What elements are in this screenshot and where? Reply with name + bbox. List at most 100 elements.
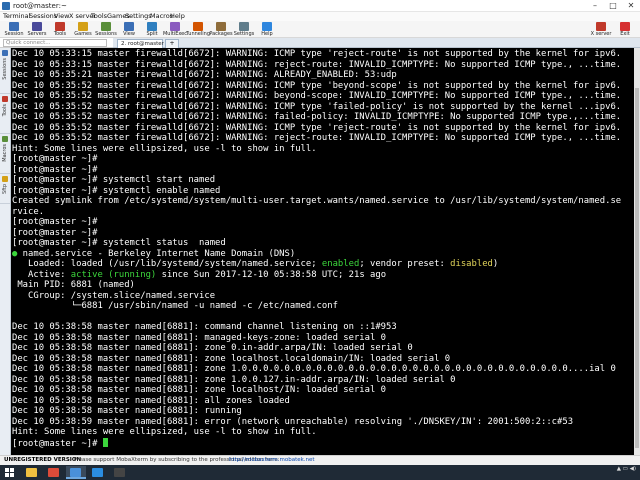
terminal-line: Hint: Some lines were ellipsized, use -l… [12, 427, 317, 437]
session-icon [9, 22, 19, 31]
menu-tools[interactable]: Tools [91, 12, 107, 21]
tunneling-icon [193, 22, 203, 31]
status-loaded-prefix: Loaded: loaded (/usr/lib/systemd/system/… [12, 259, 322, 269]
taskbar-app[interactable] [110, 466, 130, 479]
taskbar-app[interactable] [22, 466, 42, 479]
mobaxterm-app-icon [2, 2, 10, 10]
terminal-line: Dec 10 05:33:15 master firewalld[6672]: … [12, 49, 622, 59]
chrome-icon [48, 468, 59, 477]
tab-bar: 2. root@master✕ + [113, 38, 640, 48]
window-title: root@master:~ [13, 2, 67, 10]
side-tab-label: Sessions [2, 58, 8, 80]
minimize-button[interactable]: – [586, 0, 604, 12]
status-loaded-line: Loaded: loaded (/usr/lib/systemd/system/… [11, 259, 634, 270]
terminal-line: [root@master ~]# systemctl status named [12, 238, 226, 248]
taskbar-app[interactable] [66, 466, 86, 479]
tab-root-master[interactable]: 2. root@master✕ [117, 39, 172, 48]
mobaxterm-link[interactable]: http://mobaxterm.mobatek.net [229, 456, 315, 465]
side-tab-label: Tools [2, 104, 8, 117]
side-tab-sftp[interactable]: Sftp [0, 174, 10, 204]
terminal-prompt: [root@master ~]# [12, 438, 103, 449]
status-loaded-enabled: enabled [321, 259, 360, 269]
terminal-line: Dec 10 05:35:21 master firewalld[6672]: … [12, 70, 397, 80]
terminal-line: Dec 10 05:38:58 master named[6881]: comm… [12, 322, 397, 332]
terminal-line: Dec 10 05:38:58 master named[6881]: runn… [12, 406, 242, 416]
tools-icon [2, 96, 8, 102]
quick-connect-bar: Quick connect... [0, 38, 113, 48]
new-tab-button[interactable]: + [165, 39, 179, 48]
sessions-icon [2, 50, 8, 56]
menu-view[interactable]: View [54, 12, 69, 21]
terminal-line: Dec 10 05:38:58 master named[6881]: zone… [12, 343, 413, 353]
terminal-line: Dec 10 05:38:58 master named[6881]: mana… [12, 332, 387, 343]
sftp-icon [2, 176, 8, 182]
terminal-line: [root@master ~]# systemctl start named [12, 175, 216, 185]
terminal-line: Dec 10 05:35:52 master firewalld[6672]: … [12, 112, 622, 122]
toolbar-button-x-server[interactable]: X server [590, 21, 612, 38]
toolbar-button-help[interactable]: Help [256, 21, 278, 38]
windows-taskbar: ▲ ▭ ◀) [0, 465, 640, 480]
statusbar: UNREGISTERED VERSION - Please support Mo… [0, 455, 640, 465]
toolbar-button-exit[interactable]: Exit [614, 21, 636, 38]
close-button[interactable]: ✕ [622, 0, 640, 12]
terminal-icon [114, 468, 125, 477]
terminal-line: [root@master ~]# [12, 217, 98, 227]
terminal-line: Dec 10 05:35:52 master firewalld[6672]: … [12, 133, 622, 143]
quick-connect-input[interactable]: Quick connect... [3, 39, 107, 47]
terminal-line: Dec 10 05:38:58 master named[6881]: zone… [12, 364, 616, 374]
view-icon [124, 22, 134, 31]
file-explorer-icon [26, 468, 37, 477]
menu-help[interactable]: Help [170, 12, 185, 21]
terminal-scrollbar[interactable] [634, 48, 640, 455]
system-tray[interactable]: ▲ ▭ ◀) [617, 466, 636, 473]
menubar: Terminal Sessions View X server Tools Ga… [0, 12, 640, 21]
games-icon [78, 22, 88, 31]
side-tab-label: Macros [2, 144, 8, 162]
main-toolbar: Session Servers Tools Games Sessions View Spli… [0, 21, 640, 38]
taskbar-app[interactable] [44, 466, 64, 479]
terminal-prompt-line[interactable]: [root@master ~]# [11, 437, 634, 449]
side-tabs: Sessions Tools Macros Sftp [0, 48, 11, 455]
terminal-line: Dec 10 05:35:52 master firewalld[6672]: … [12, 80, 622, 91]
servers-icon [32, 22, 42, 31]
terminal-line: [root@master ~]# [12, 227, 98, 238]
status-active-state: active (running) [70, 269, 157, 280]
status-active-prefix: Active: [12, 269, 71, 280]
terminal-line: Dec 10 05:38:59 master named[6881]: erro… [12, 416, 574, 427]
side-tab-macros[interactable]: Macros [0, 134, 10, 174]
terminal-line: Created symlink from /etc/systemd/system… [12, 196, 622, 206]
terminal-line: Dec 10 05:35:52 master firewalld[6672]: … [12, 91, 622, 101]
status-cgroup-child: └─6881 /usr/sbin/named -u named -c /etc/… [12, 301, 338, 311]
terminal-line: [root@master ~]# [12, 164, 98, 175]
taskbar-app[interactable] [88, 466, 108, 479]
toolbar-button-label: Help [261, 31, 273, 37]
status-active-line: Active: active (running) since Sun 2017-… [11, 270, 634, 281]
status-cgroup: CGroup: /system.slice/named.service [12, 290, 216, 301]
tools-icon [55, 22, 65, 31]
menu-sessions[interactable]: Sessions [29, 12, 57, 21]
status-loaded-mid: ; vendor preset: [359, 259, 451, 269]
maximize-button[interactable]: □ [604, 0, 622, 12]
windows-start-button[interactable] [0, 465, 18, 480]
terminal-line: [root@master ~]# systemctl enable named [12, 185, 221, 196]
status-service-line: ● named.service - Berkeley Internet Name… [11, 249, 634, 260]
terminal-line: [root@master ~]# [12, 154, 98, 164]
sessions-icon [101, 22, 111, 31]
exit-icon [620, 22, 630, 31]
scrollbar-thumb[interactable] [635, 88, 639, 448]
terminal-output[interactable]: Dec 10 05:33:15 master firewalld[6672]: … [11, 48, 634, 455]
status-active-suffix: since Sun 2017-12-10 05:38:58 UTC; 21s a… [156, 269, 387, 280]
mobaxterm-icon [70, 468, 81, 477]
side-tab-sessions[interactable]: Sessions [0, 48, 10, 94]
side-tab-tools[interactable]: Tools [0, 94, 10, 134]
help-icon [262, 22, 272, 31]
window-titlebar: root@master:~ – □ ✕ [0, 0, 640, 12]
terminal-line: Dec 10 05:33:15 master firewalld[6672]: … [12, 59, 622, 70]
x-server-icon [596, 22, 606, 31]
menu-settings[interactable]: Settings [125, 12, 152, 21]
status-loaded-preset: disabled [450, 259, 493, 269]
service-name: named.service - Berkeley Internet Name D… [17, 248, 296, 259]
menu-terminal[interactable]: Terminal [3, 12, 30, 21]
terminal-line: Dec 10 05:38:58 master named[6881]: zone… [12, 385, 387, 395]
